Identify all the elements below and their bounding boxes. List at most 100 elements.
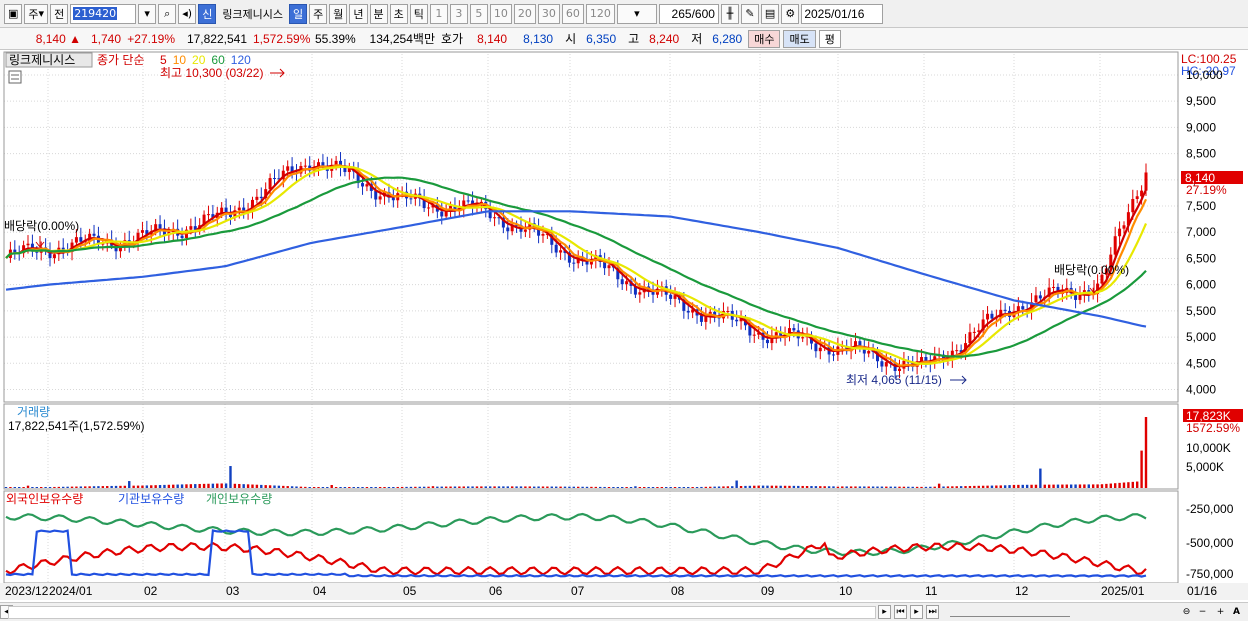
volume-bar: [317, 487, 320, 488]
speaker-icon[interactable]: ◂): [178, 3, 197, 24]
interval-second[interactable]: 초: [389, 3, 408, 24]
candle-body: [990, 313, 994, 319]
volume-bar: [893, 486, 897, 488]
range-dropdown[interactable]: ▾: [616, 3, 657, 24]
zoom-slider[interactable]: [950, 607, 1070, 617]
search-icon[interactable]: ⌕: [158, 3, 177, 24]
save-icon[interactable]: ▤: [760, 3, 780, 24]
dividend-left: 배당락(0.00%): [4, 219, 79, 233]
draw-tool-icon[interactable]: ✎: [740, 3, 759, 24]
interval-year[interactable]: 년: [349, 3, 368, 24]
volume-bar: [480, 486, 483, 488]
volume-bar: [330, 485, 333, 488]
candle-icon[interactable]: ╫: [720, 3, 739, 24]
volume-bar: [1083, 484, 1086, 488]
volume-bar: [449, 486, 452, 488]
range-120[interactable]: 120: [585, 3, 615, 24]
prev-button[interactable]: 전: [50, 3, 69, 24]
last-page-icon[interactable]: ⏭: [926, 605, 939, 619]
volume-bar: [458, 486, 461, 488]
volume-bar: [1096, 484, 1099, 488]
volume-bar: [123, 485, 127, 488]
volume-bar: [484, 486, 487, 488]
font-size-icon[interactable]: A: [1230, 605, 1243, 619]
volume-bar: [814, 486, 818, 488]
minus-icon[interactable]: −: [1196, 605, 1209, 619]
volume-bar: [374, 487, 377, 488]
candle-body: [1034, 295, 1038, 303]
price-tick-label: 9,000: [1186, 120, 1216, 134]
play-icon[interactable]: ▸: [910, 605, 923, 619]
volume-bar: [836, 486, 840, 488]
range-60[interactable]: 60: [561, 3, 584, 24]
volume-bar: [295, 486, 298, 488]
candle-body: [255, 196, 259, 200]
volume-bar: [396, 486, 399, 488]
sell-button[interactable]: 매도: [783, 29, 816, 48]
volume-bar: [343, 487, 347, 488]
volume-bar: [704, 486, 708, 488]
candle-body: [920, 357, 924, 362]
period-select[interactable]: 주 ▾: [24, 3, 49, 24]
candle-body: [1118, 228, 1122, 237]
volume-bar: [356, 487, 360, 488]
ma-legend-item: 10: [173, 53, 187, 67]
range-3[interactable]: 3: [449, 3, 468, 24]
volume-bar: [1069, 484, 1073, 488]
volume-bar: [541, 486, 545, 488]
volume-bar: [643, 487, 646, 488]
candle-body: [603, 261, 607, 269]
range-10[interactable]: 10: [489, 3, 512, 24]
table-icon[interactable]: [8, 70, 22, 84]
range-1[interactable]: 1: [429, 3, 448, 24]
volume-bar: [1140, 450, 1143, 488]
interval-week[interactable]: 주: [309, 3, 328, 24]
volume-bar: [713, 486, 716, 488]
interval-minute[interactable]: 분: [369, 3, 388, 24]
volume-bar: [436, 486, 439, 488]
scroll-right-icon[interactable]: ▸: [878, 605, 891, 619]
indiv-label: 개인보유수량: [206, 492, 272, 506]
buy-button[interactable]: 매수: [748, 29, 781, 48]
first-page-icon[interactable]: ⏮: [894, 605, 907, 619]
volume-bar: [955, 486, 958, 488]
volume-bar: [841, 486, 844, 488]
code-dropdown-icon[interactable]: ▾: [138, 3, 157, 24]
volume-bar: [748, 485, 752, 488]
price-chart[interactable]: 링크제니시스 종가 단순 5 10 20 60 120 최고 10,300 (03/22…: [0, 50, 1248, 603]
candle-body: [554, 244, 558, 253]
volume-bar: [70, 486, 74, 488]
zoom-out-icon[interactable]: ⊖: [1180, 605, 1193, 619]
volume-bar: [66, 486, 69, 488]
interval-day[interactable]: 일: [289, 3, 308, 24]
x-axis-label: 09: [761, 584, 775, 598]
range-30[interactable]: 30: [537, 3, 560, 24]
volume-bar: [986, 485, 989, 488]
plus-icon[interactable]: +: [1214, 605, 1227, 619]
volume-bar: [48, 487, 52, 488]
x-axis-label: 05: [403, 584, 417, 598]
new-button[interactable]: 신: [198, 3, 217, 24]
chart-settings-icon[interactable]: ▣: [4, 3, 23, 24]
candle-body: [79, 237, 83, 242]
volume-bar: [924, 486, 928, 488]
stock-code-input[interactable]: 219420: [70, 3, 137, 24]
quote-bar: 8,140 ▲ 1,740 +27.19% 17,822,541 1,572.5…: [0, 28, 1248, 50]
volume-bar: [770, 485, 774, 488]
volume-bar: [977, 485, 980, 488]
gear-icon[interactable]: ⚙: [781, 3, 800, 24]
eval-button[interactable]: 평: [818, 29, 841, 48]
volume-bar: [321, 487, 325, 488]
range-5[interactable]: 5: [469, 3, 488, 24]
interval-month[interactable]: 월: [329, 3, 348, 24]
chart-scrollbar[interactable]: ◂ ▸ ⏮ ▸ ⏭ ⊖ − + A: [0, 602, 1248, 621]
volume-bar: [400, 486, 404, 488]
volume-bar: [532, 486, 536, 488]
volume-bar: [128, 481, 131, 488]
date-field[interactable]: 2025/01/16: [801, 3, 884, 24]
volume-bar: [1039, 468, 1042, 488]
scroll-track[interactable]: [8, 606, 876, 619]
range-20[interactable]: 20: [513, 3, 536, 24]
count-field[interactable]: 265/600: [658, 3, 719, 24]
interval-tick[interactable]: 틱: [409, 3, 428, 24]
